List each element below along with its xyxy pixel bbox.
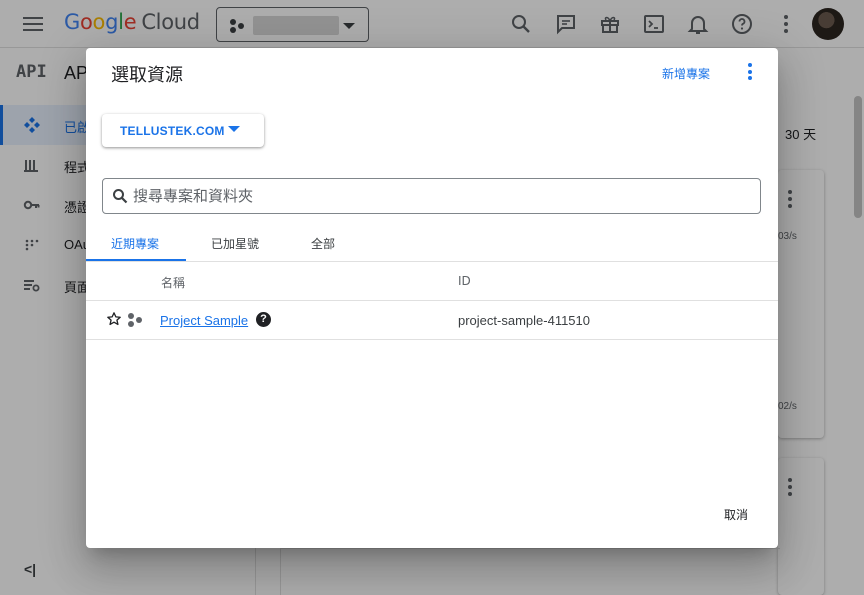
- table-header: 名稱 ID: [86, 262, 778, 301]
- project-dots-icon: [128, 313, 142, 327]
- tab-recent-projects[interactable]: 近期專案: [111, 235, 159, 252]
- active-tab-indicator: [86, 259, 186, 261]
- dialog-title: 選取資源: [111, 65, 183, 86]
- table-row[interactable]: Project Sample ? project-sample-411510: [86, 301, 778, 340]
- column-header-id: ID: [458, 274, 471, 288]
- help-icon[interactable]: ?: [256, 312, 271, 327]
- project-id: project-sample-411510: [458, 313, 590, 328]
- cancel-button[interactable]: 取消: [724, 506, 748, 523]
- search-input[interactable]: [133, 185, 733, 207]
- star-outline-icon[interactable]: [106, 311, 122, 327]
- project-name-link[interactable]: Project Sample: [160, 313, 248, 328]
- tab-all[interactable]: 全部: [311, 235, 335, 252]
- more-vert-icon[interactable]: [748, 63, 752, 83]
- chevron-down-icon: [228, 126, 240, 132]
- tab-starred[interactable]: 已加星號: [211, 235, 259, 252]
- search-icon: [113, 189, 128, 204]
- organization-selector[interactable]: TELLUSTEK.COM: [102, 114, 264, 147]
- new-project-button[interactable]: 新增專案: [662, 65, 710, 82]
- column-header-name: 名稱: [161, 276, 186, 290]
- organization-label: TELLUSTEK.COM: [120, 124, 225, 138]
- search-field[interactable]: [102, 178, 761, 214]
- select-resource-dialog: 選取資源 新增專案 TELLUSTEK.COM 近期專案 已加星號 全部 名稱 …: [86, 48, 778, 548]
- resource-tabs: 近期專案 已加星號 全部: [86, 228, 778, 262]
